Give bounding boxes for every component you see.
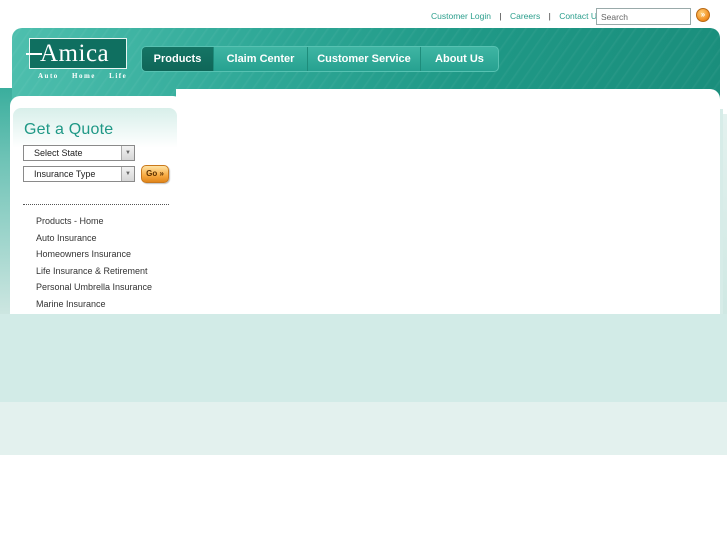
nav-products[interactable]: Products	[142, 47, 214, 71]
dropdown-arrow-icon: ▼	[121, 146, 134, 160]
logo-wordmark: Amica	[40, 40, 110, 67]
customer-login-link[interactable]: Customer Login	[431, 11, 491, 21]
nav-about-us[interactable]: About Us	[421, 47, 498, 71]
utility-links: Customer Login | Careers | Contact Us	[431, 11, 601, 21]
page: Customer Login | Careers | Contact Us » …	[0, 0, 727, 545]
quote-title: Get a Quote	[24, 121, 114, 138]
amica-logo[interactable]: Amica Auto Home Life	[26, 38, 127, 84]
main-nav: Products Claim Center Customer Service A…	[141, 46, 499, 72]
state-select[interactable]: Select State ▼	[23, 145, 135, 161]
separator: |	[548, 11, 551, 21]
dropdown-arrow-icon: ▼	[121, 167, 134, 181]
logo-tagline-life: Life	[109, 72, 128, 80]
product-link-home[interactable]: Products - Home	[36, 213, 152, 230]
product-link-umbrella[interactable]: Personal Umbrella Insurance	[36, 279, 152, 296]
insurance-type-select[interactable]: Insurance Type ▼	[23, 166, 135, 182]
divider	[23, 204, 169, 205]
product-link-life[interactable]: Life Insurance & Retirement	[36, 263, 152, 280]
product-link-auto[interactable]: Auto Insurance	[36, 230, 152, 247]
careers-link[interactable]: Careers	[510, 11, 540, 21]
logo-box: Amica	[26, 38, 127, 69]
state-select-value: Select State	[34, 148, 83, 158]
contact-us-link[interactable]: Contact Us	[559, 11, 601, 21]
quote-go-button[interactable]: Go »	[141, 165, 169, 183]
product-links: Products - Home Auto Insurance Homeowner…	[36, 213, 152, 313]
insurance-type-value: Insurance Type	[34, 169, 96, 179]
nav-claim-center[interactable]: Claim Center	[214, 47, 308, 71]
logo-tagline-auto: Auto	[38, 72, 59, 80]
search-input[interactable]	[596, 8, 691, 25]
product-link-homeowners[interactable]: Homeowners Insurance	[36, 246, 152, 263]
main-content-panel	[176, 89, 723, 314]
logo-tagline-home: Home	[72, 72, 96, 80]
search-go-button[interactable]: »	[696, 8, 710, 22]
logo-taglines: Auto Home Life	[38, 72, 137, 80]
product-link-marine[interactable]: Marine Insurance	[36, 296, 152, 313]
footer-band-upper	[0, 314, 727, 402]
separator: |	[499, 11, 502, 21]
utility-bar: Customer Login | Careers | Contact Us »	[0, 0, 727, 28]
footer-band-lower	[0, 402, 727, 455]
nav-customer-service[interactable]: Customer Service	[308, 47, 421, 71]
